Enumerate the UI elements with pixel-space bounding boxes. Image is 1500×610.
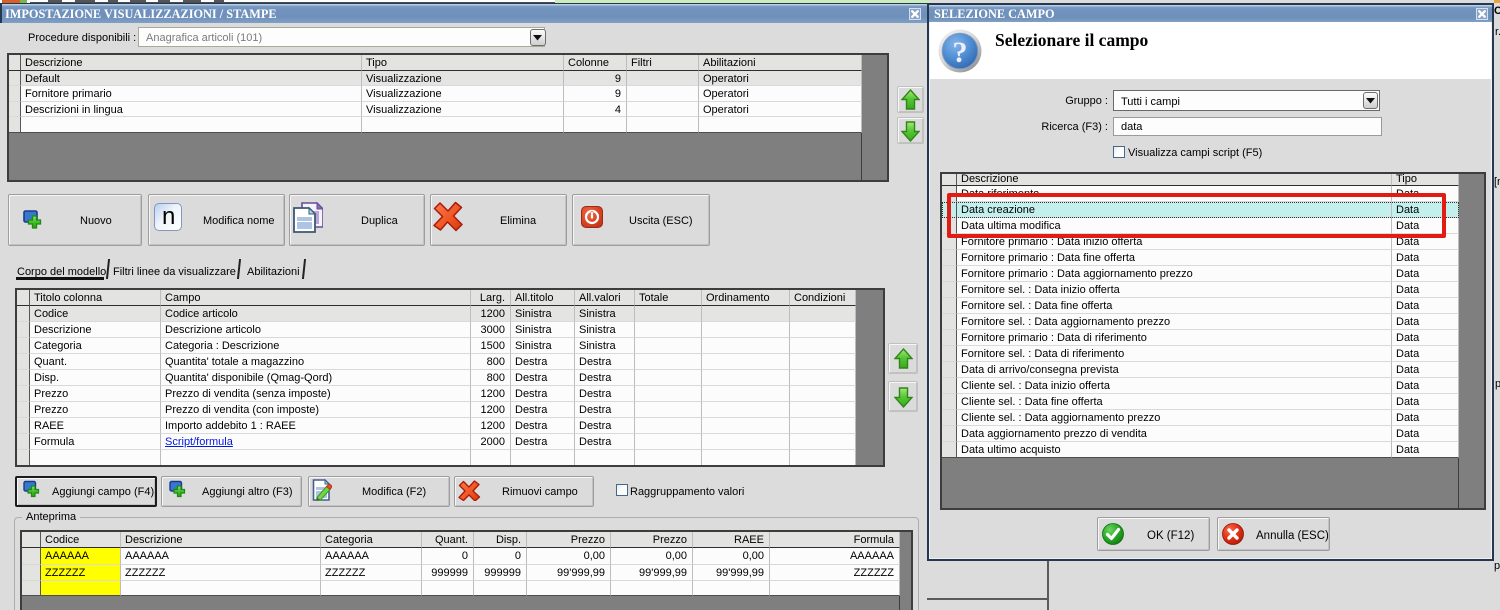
svg-text:?: ? — [953, 36, 968, 69]
